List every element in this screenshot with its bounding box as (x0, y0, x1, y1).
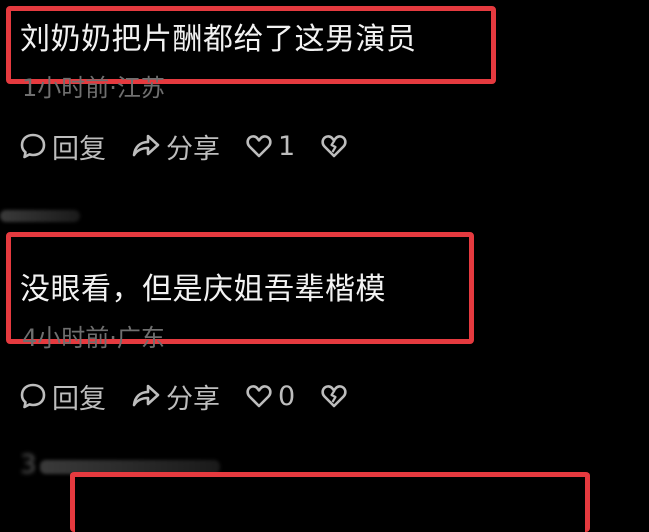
reply-label: 回复 (52, 383, 106, 415)
share-button[interactable]: 分享 (130, 127, 220, 166)
broken-heart-icon (319, 381, 349, 411)
heart-icon (244, 131, 274, 161)
comment-text: 刘奶奶把片酬都给了这男演员 (20, 22, 417, 57)
comment-actions: 回复 分享 0 (18, 376, 373, 416)
reply-button[interactable]: 回复 (18, 127, 106, 166)
like-button[interactable]: 0 (244, 381, 295, 412)
comment-bubble-icon (18, 381, 48, 411)
reply-button[interactable]: 回复 (18, 377, 106, 416)
share-arrow-icon (130, 131, 162, 161)
dislike-button[interactable] (319, 131, 349, 161)
comment-meta: 4小时前·广东 (22, 324, 165, 352)
blurred-username (0, 210, 80, 222)
broken-heart-icon (319, 131, 349, 161)
highlight-box-3 (70, 472, 590, 532)
like-count: 0 (278, 380, 296, 412)
comment-actions: 回复 分享 1 (18, 126, 373, 166)
reply-label: 回复 (52, 133, 106, 165)
heart-icon (244, 381, 274, 411)
dislike-button[interactable] (319, 381, 349, 411)
like-button[interactable]: 1 (244, 131, 295, 162)
comment-meta: 1小时前·江苏 (22, 74, 165, 102)
share-label: 分享 (166, 133, 220, 165)
comment-bubble-icon (18, 131, 48, 161)
comment-text: 没眼看，但是庆姐吾辈楷模 (20, 272, 386, 307)
share-label: 分享 (166, 383, 220, 415)
like-count: 1 (278, 130, 296, 162)
partial-username: 3 (20, 450, 37, 480)
share-arrow-icon (130, 381, 162, 411)
share-button[interactable]: 分享 (130, 377, 220, 416)
